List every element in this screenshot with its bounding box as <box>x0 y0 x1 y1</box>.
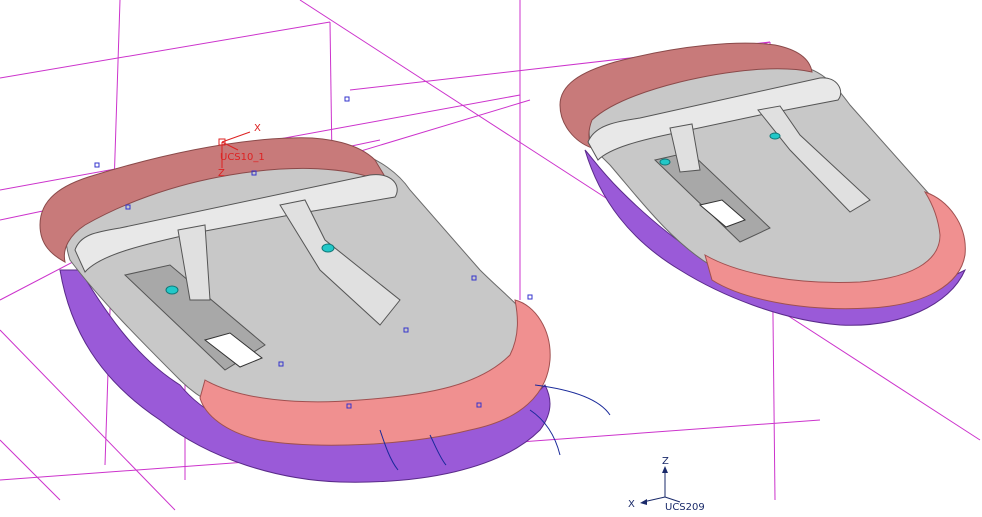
left-cyan-joint-1[interactable] <box>165 285 179 295</box>
ucs-active-z-label: Z <box>218 168 225 179</box>
left-cyan-joint-2[interactable] <box>321 243 335 253</box>
cad-3d-viewport[interactable]: X UCS10_1 Z Z X UCS209 <box>0 0 982 517</box>
right-cyan-joint-1[interactable] <box>659 158 671 166</box>
ucs-world-z-label: Z <box>662 456 669 467</box>
right-cyan-joint-2[interactable] <box>769 132 781 140</box>
ucs-world-x-label: X <box>628 499 635 510</box>
ucs-active-name: UCS10_1 <box>220 152 265 163</box>
model-canvas[interactable]: X UCS10_1 Z Z X UCS209 <box>0 0 982 517</box>
ucs-active-x-label: X <box>254 123 261 134</box>
ucs-world-triad[interactable]: Z X UCS209 <box>628 456 705 513</box>
ucs-world-name: UCS209 <box>665 502 705 513</box>
part-right[interactable] <box>559 42 966 326</box>
part-left[interactable] <box>39 96 611 483</box>
